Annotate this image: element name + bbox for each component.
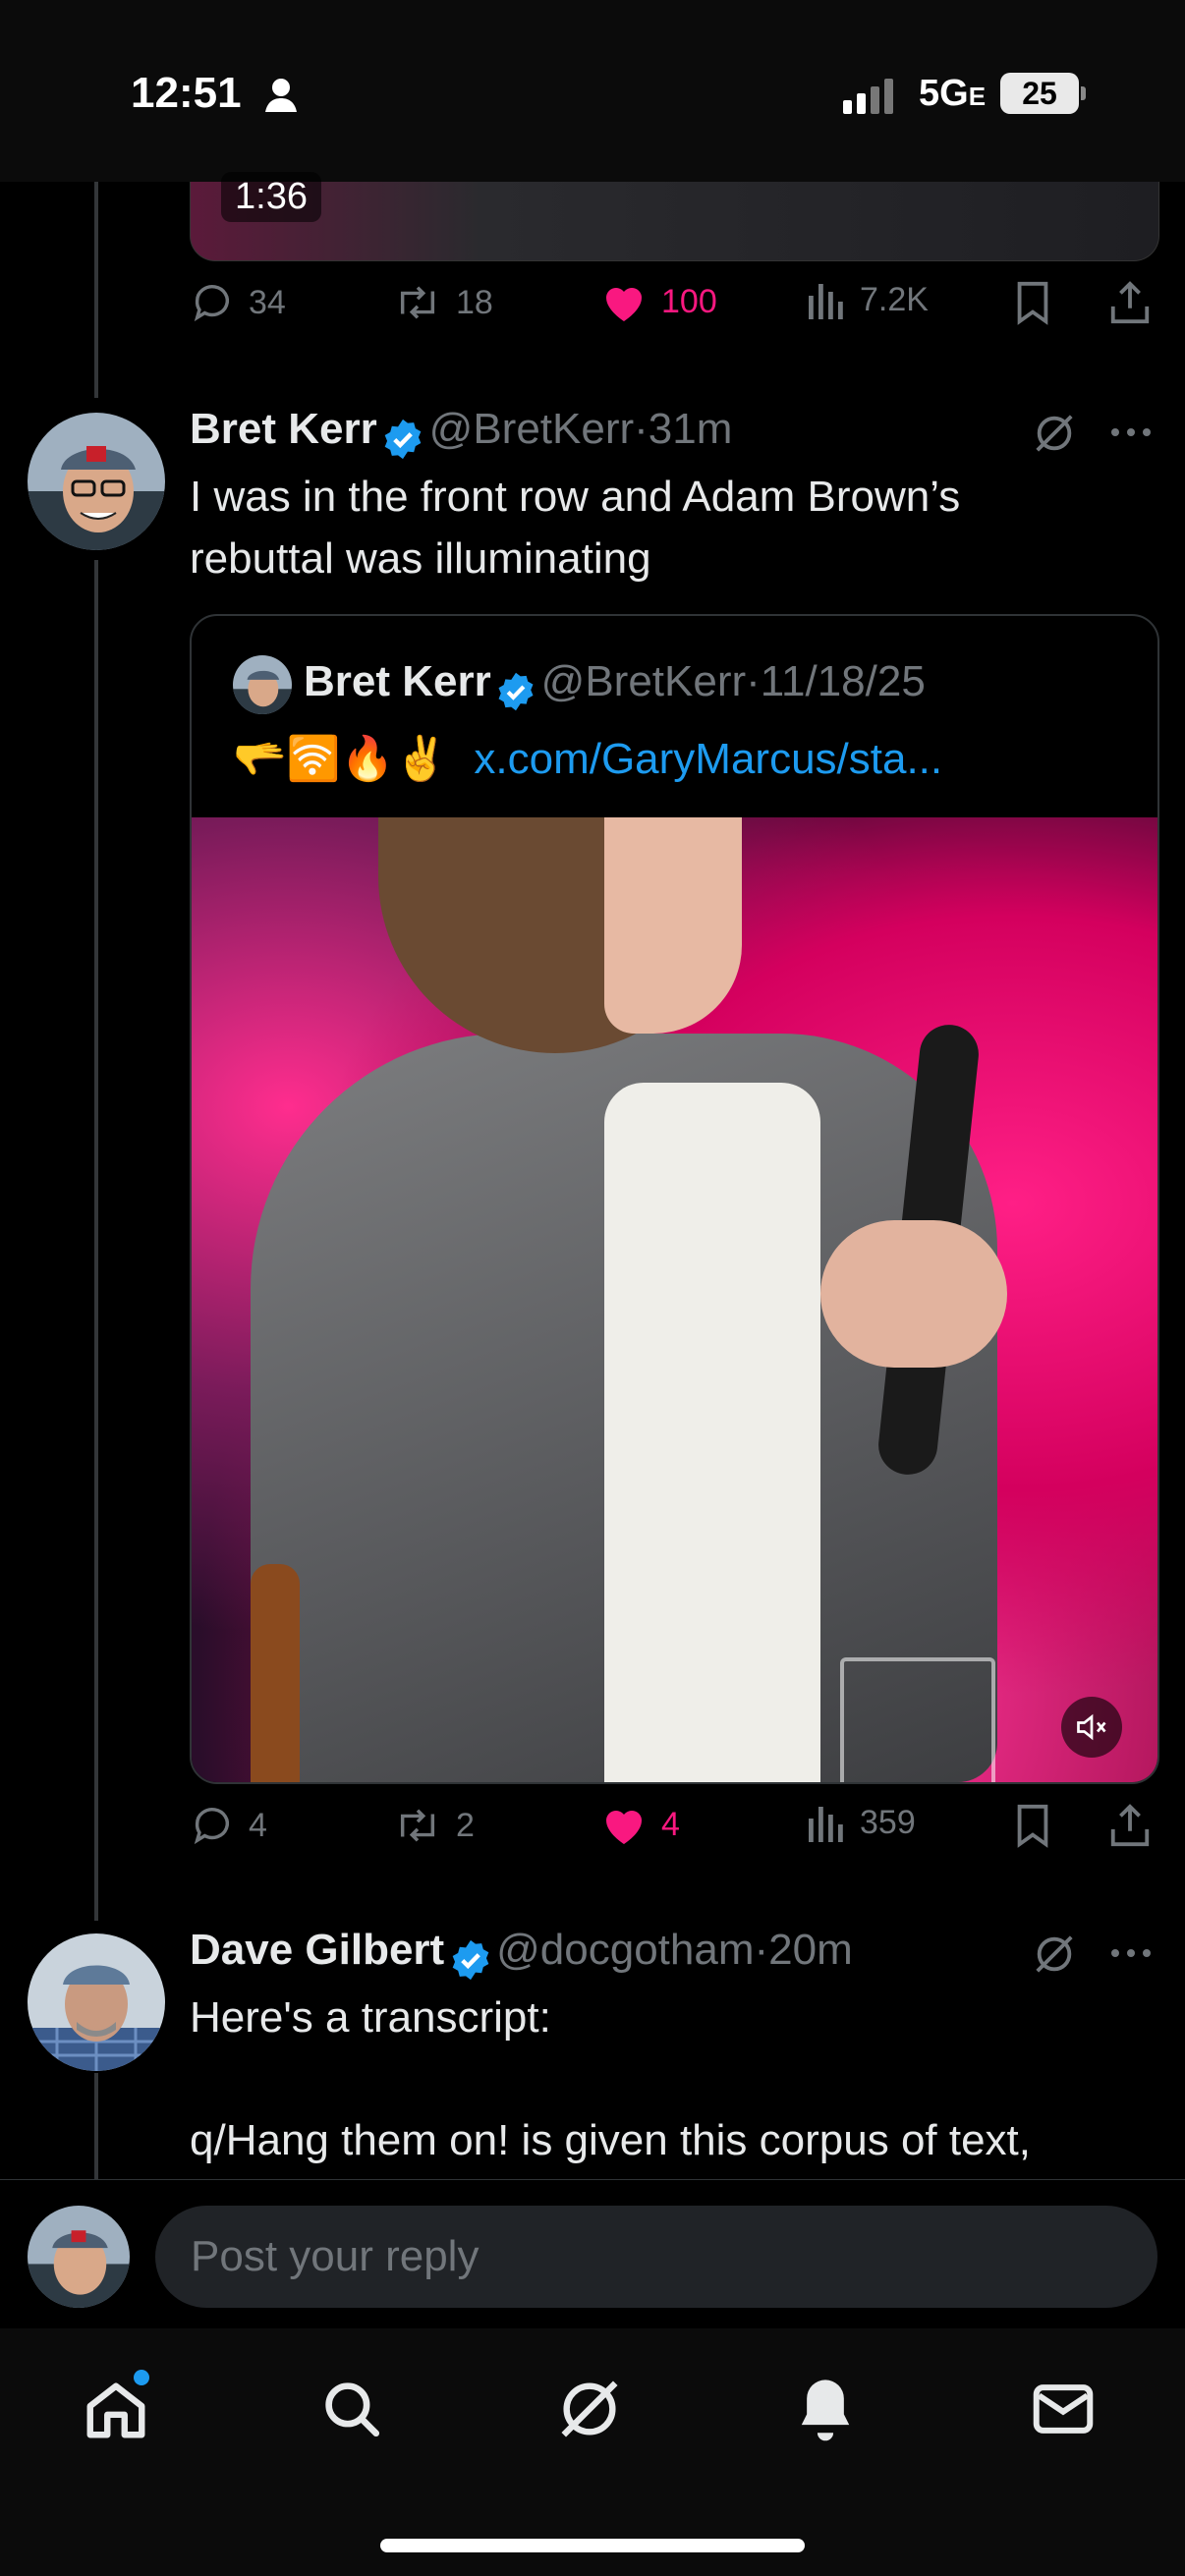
- chair: [251, 1564, 300, 1782]
- share-icon: [1110, 281, 1150, 324]
- reply-button[interactable]: 34: [190, 280, 286, 325]
- tab-search[interactable]: [312, 2370, 391, 2448]
- bookmark-button[interactable]: [1013, 280, 1052, 325]
- more-icon[interactable]: [1108, 1938, 1154, 1973]
- bookmark-button[interactable]: [1013, 1803, 1052, 1848]
- tab-notifications[interactable]: [786, 2370, 865, 2448]
- thread-line: [94, 182, 98, 398]
- views-icon: [809, 1807, 843, 1842]
- video-thumbnail[interactable]: [190, 182, 1159, 261]
- handle[interactable]: @docgotham: [496, 1926, 754, 1974]
- quote-emojis: 🫳🛜🔥✌️: [233, 735, 449, 783]
- repost-icon: [400, 286, 435, 319]
- like-button[interactable]: 100: [600, 280, 717, 323]
- display-name[interactable]: Bret Kerr: [190, 405, 377, 453]
- repost-button[interactable]: 18: [393, 280, 493, 325]
- notifications-icon: [801, 2380, 850, 2441]
- video-duration: 1:36: [221, 172, 321, 222]
- verified-badge-icon: [384, 419, 422, 459]
- grok-icon[interactable]: [1032, 1932, 1077, 1982]
- speaker-hand: [820, 1220, 1007, 1368]
- more-icon[interactable]: [1108, 418, 1154, 452]
- mute-button[interactable]: [1061, 1697, 1122, 1758]
- reply-icon: [194, 1808, 230, 1845]
- messages-icon: [1033, 2384, 1094, 2434]
- search-icon: [325, 2382, 380, 2437]
- tab-messages[interactable]: [1024, 2370, 1102, 2448]
- post-text: Here's a transcript:: [190, 1993, 551, 2042]
- reply-button[interactable]: 4: [190, 1803, 267, 1848]
- home-indicator[interactable]: [380, 2539, 805, 2552]
- grok-icon[interactable]: [1032, 411, 1077, 461]
- quote-video[interactable]: [192, 817, 1157, 1782]
- views-button[interactable]: 7.2K: [807, 280, 929, 319]
- water-glass: [840, 1657, 995, 1782]
- top-post-actions: 34 18 100 7.2K: [190, 280, 1157, 339]
- reply-input[interactable]: Post your reply: [155, 2206, 1157, 2308]
- share-button[interactable]: [1108, 1803, 1152, 1848]
- cellular-signal-icon: [843, 79, 902, 119]
- repost-icon: [400, 1809, 435, 1842]
- post-time[interactable]: 20m: [768, 1926, 853, 1974]
- avatar[interactable]: [28, 1933, 165, 2071]
- mute-icon: [1077, 1713, 1106, 1741]
- quoted-post[interactable]: Bret Kerr @BretKerr·11/18/25 🫳🛜🔥✌️ x.com…: [190, 614, 1159, 1784]
- post-text-continued: q/Hang them on! is given this corpus of …: [190, 2116, 1032, 2164]
- battery-indicator: 25: [1000, 73, 1079, 114]
- grok-icon: [561, 2380, 618, 2437]
- heart-icon: [606, 288, 642, 321]
- post-header: Dave Gilbert @docgotham·20m: [190, 1926, 853, 1982]
- handle[interactable]: @BretKerr: [429, 405, 634, 453]
- verified-badge-icon: [498, 672, 534, 711]
- avatar-bret-image: [28, 413, 165, 550]
- avatar-dave-image: [28, 1933, 165, 2071]
- thread-line: [94, 2073, 98, 2181]
- bookmark-icon: [1017, 281, 1048, 325]
- my-avatar[interactable]: [28, 2206, 130, 2308]
- display-name[interactable]: Dave Gilbert: [190, 1926, 444, 1974]
- repost-button[interactable]: 2: [393, 1803, 475, 1848]
- network-label: 5GE: [919, 73, 987, 114]
- tab-home[interactable]: [77, 2370, 155, 2448]
- notification-dot: [134, 2370, 149, 2385]
- post-text: I was in the front row and Adam Brown’s …: [190, 473, 961, 583]
- avatar[interactable]: [28, 413, 165, 550]
- thread-line: [94, 560, 98, 1921]
- post-time[interactable]: 31m: [649, 405, 733, 453]
- tab-grok[interactable]: [550, 2370, 629, 2448]
- bookmark-icon: [1017, 1804, 1048, 1848]
- views-button[interactable]: 359: [807, 1803, 916, 1842]
- quote-header: Bret Kerr @BretKerr·11/18/25: [304, 657, 926, 712]
- status-time: 12:51: [131, 69, 242, 117]
- battery-tip: [1081, 86, 1086, 100]
- reply-icon: [194, 285, 230, 322]
- post-header: Bret Kerr @BretKerr·31m: [190, 405, 732, 461]
- speaker-face: [604, 817, 742, 1034]
- post-actions: 4 2 4 359: [190, 1803, 1157, 1862]
- views-icon: [809, 284, 843, 319]
- share-button[interactable]: [1108, 280, 1152, 325]
- quote-text: 🫳🛜🔥✌️ x.com/GaryMarcus/sta...: [233, 728, 942, 790]
- quote-avatar: [233, 655, 292, 714]
- person-icon: [263, 77, 299, 119]
- like-button[interactable]: 4: [600, 1803, 680, 1846]
- quote-link[interactable]: x.com/GaryMarcus/sta...: [474, 735, 942, 783]
- heart-icon: [606, 1811, 642, 1844]
- verified-badge-icon: [452, 1939, 489, 1980]
- speaker-shirt: [604, 1083, 820, 1782]
- share-icon: [1110, 1804, 1150, 1847]
